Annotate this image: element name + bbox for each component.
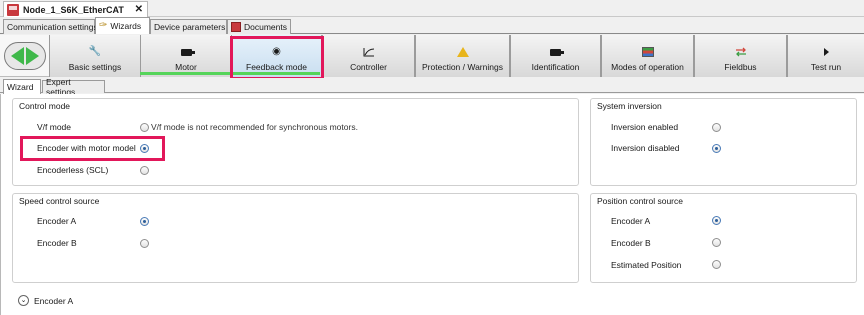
button-label: Controller (350, 62, 387, 72)
inversion-disabled-radio[interactable] (712, 144, 721, 153)
button-label: Feedback mode (246, 62, 307, 72)
encoder-with-motor-model-label: Encoder with motor model (37, 143, 136, 153)
forward-arrow-icon[interactable] (26, 47, 39, 65)
speed-control-source-group: Speed control source Encoder A Encoder B (12, 193, 579, 283)
document-tab[interactable]: Node_1_S6K_EtherCAT ✕ (3, 1, 148, 17)
controller-button[interactable]: Controller (322, 35, 415, 77)
inversion-enabled-label: Inversion enabled (611, 122, 679, 132)
basic-settings-button[interactable]: 🔧 Basic settings (49, 35, 141, 77)
wrench-icon: 🔧 (88, 46, 102, 57)
back-arrow-icon[interactable] (11, 47, 24, 65)
control-mode-title: Control mode (18, 101, 72, 111)
identification-button[interactable]: Identification (510, 35, 601, 77)
button-label: Modes of operation (611, 62, 684, 72)
motor-button[interactable]: Motor (140, 35, 232, 77)
speed-encoder-a-label: Encoder A (37, 216, 77, 226)
tab-wizard[interactable]: Wizard (3, 79, 41, 94)
inversion-enabled-radio[interactable] (712, 123, 721, 132)
key-icon: ✑ (99, 20, 108, 31)
documents-icon (231, 22, 241, 32)
tab-communication-settings[interactable]: Communication settings (3, 19, 98, 34)
tab-label: Documents (244, 22, 287, 32)
protection-warnings-button[interactable]: Protection / Warnings (415, 35, 510, 77)
tab-expert-settings[interactable]: Expert settings (42, 77, 105, 97)
position-encoder-a-radio[interactable] (712, 216, 721, 225)
test-run-button[interactable]: Test run (787, 35, 864, 77)
vf-mode-radio[interactable] (140, 123, 149, 132)
system-inversion-title: System inversion (596, 101, 663, 111)
play-icon (820, 47, 832, 57)
exchange-arrows-icon (735, 47, 747, 57)
control-mode-group: Control mode V/f mode V/f mode is not re… (12, 98, 579, 186)
button-label: Fieldbus (724, 62, 757, 72)
document-tab-strip: Node_1_S6K_EtherCAT ✕ (0, 0, 864, 17)
position-control-source-group: Position control source Encoder A Encode… (590, 193, 857, 283)
warning-icon (456, 47, 469, 57)
button-label: Basic settings (68, 62, 122, 72)
tab-label: Wizard (7, 82, 34, 92)
position-encoder-a-label: Encoder A (611, 216, 651, 226)
button-label: Identification (531, 62, 580, 72)
estimated-position-radio[interactable] (712, 260, 721, 269)
motor-icon (180, 47, 195, 57)
wizard-navigation (4, 42, 46, 70)
speed-encoder-b-radio[interactable] (140, 239, 149, 248)
estimated-position-label: Estimated Position (611, 260, 682, 270)
position-control-source-title: Position control source (596, 196, 684, 206)
modes-of-operation-button[interactable]: Modes of operation (601, 35, 694, 77)
encoder-a-expander[interactable]: ⌄ Encoder A (18, 295, 73, 306)
encoder-icon: ◉ (272, 46, 281, 57)
speed-encoder-a-radio[interactable] (140, 217, 149, 226)
motor-icon (550, 47, 564, 57)
vf-mode-label: V/f mode (37, 122, 72, 132)
encoderless-radio[interactable] (140, 166, 149, 175)
tab-wizards[interactable]: ✑ Wizards (95, 17, 150, 34)
tab-label: Device parameters (154, 22, 226, 32)
button-label: Motor (175, 62, 197, 72)
tab-label: Wizards (110, 21, 142, 31)
encoder-with-motor-model-radio[interactable] (140, 144, 149, 153)
encoder-a-expander-label: Encoder A (34, 295, 74, 306)
wizard-toolbar: 🔧 Basic settings Motor ◉ Feedback mode C… (0, 35, 864, 77)
chevron-down-icon[interactable]: ⌄ (18, 295, 29, 306)
tab-device-parameters[interactable]: Device parameters (150, 19, 227, 34)
wizard-content: Control mode V/f mode V/f mode is not re… (0, 94, 864, 315)
modes-icon (641, 47, 654, 57)
position-encoder-b-radio[interactable] (712, 238, 721, 247)
system-inversion-group: System inversion Inversion enabled Inver… (590, 98, 857, 186)
document-title: Node_1_S6K_EtherCAT (23, 4, 124, 15)
button-label: Protection / Warnings (422, 62, 503, 72)
sub-tab-bar: Wizard Expert settings (0, 77, 864, 97)
close-icon[interactable]: ✕ (135, 4, 143, 15)
inversion-disabled-label: Inversion disabled (611, 143, 680, 153)
tab-label: Communication settings (7, 22, 98, 32)
fieldbus-button[interactable]: Fieldbus (694, 35, 787, 77)
top-tab-bar: Communication settings ✑ Wizards Device … (0, 17, 864, 34)
position-encoder-b-label: Encoder B (611, 238, 651, 248)
encoderless-label: Encoderless (SCL) (37, 165, 109, 175)
controller-curve-icon (363, 47, 375, 57)
speed-encoder-b-label: Encoder B (37, 238, 77, 248)
drive-node-icon (7, 3, 19, 16)
vf-mode-note: V/f mode is not recommended for synchron… (151, 122, 358, 132)
speed-control-source-title: Speed control source (18, 196, 101, 206)
button-label: Test run (810, 62, 842, 72)
tab-documents[interactable]: Documents (227, 19, 291, 34)
feedback-mode-button[interactable]: ◉ Feedback mode (231, 35, 322, 77)
wizard-progress-bar (140, 72, 320, 75)
